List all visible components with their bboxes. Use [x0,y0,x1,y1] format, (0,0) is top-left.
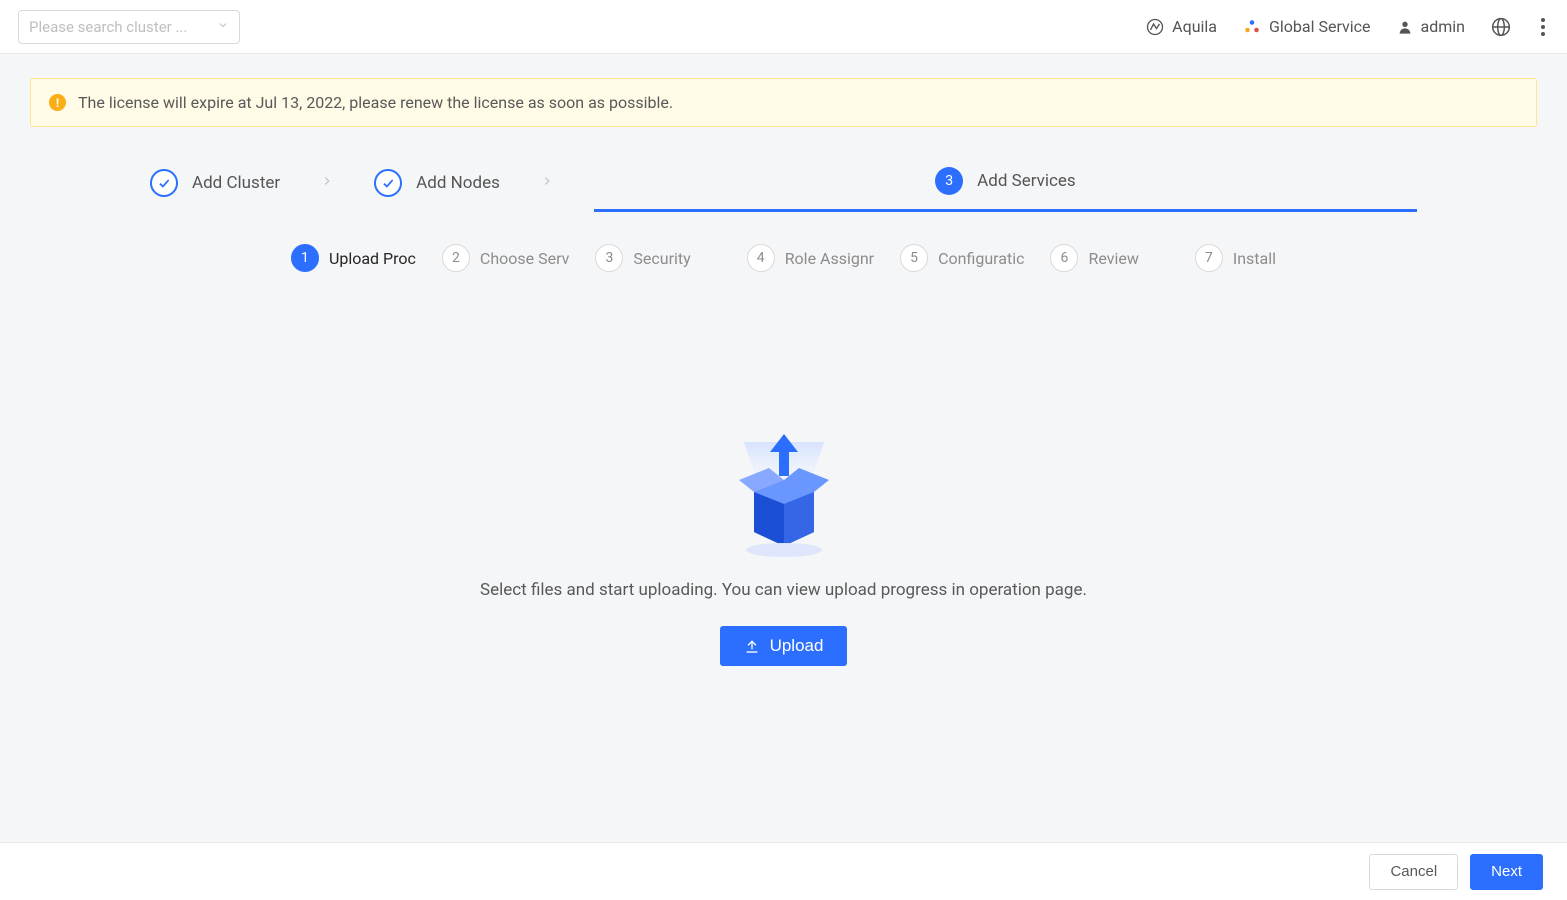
wizard-steps: Add Cluster Add Nodes 3 Add Services [30,167,1537,212]
substep-label: Choose Serv [480,249,569,268]
substep-security[interactable]: 3 Security [587,244,698,272]
chevron-right-icon [280,172,374,207]
language-button[interactable] [1491,17,1511,37]
substep-choose-service[interactable]: 2 Choose Serv [434,244,577,272]
substep-install[interactable]: 7 Install [1187,244,1284,272]
aquila-link[interactable]: Aquila [1146,17,1217,36]
upload-button-label: Upload [770,636,824,656]
aquila-label: Aquila [1172,17,1217,36]
substep-role-assign[interactable]: 4 Role Assignr [739,244,882,272]
global-service-link[interactable]: Global Service [1243,17,1371,36]
global-service-label: Global Service [1269,17,1371,36]
cancel-button[interactable]: Cancel [1369,854,1458,890]
header: Please search cluster ... Aquila Global … [0,0,1567,54]
substep-number: 3 [595,244,623,272]
step-number-icon: 3 [935,167,963,195]
substep-configuration[interactable]: 5 Configuratic [892,244,1032,272]
user-label: admin [1421,17,1465,36]
substep-label: Upload Proc [329,249,416,268]
substep-review[interactable]: 6 Review [1042,244,1146,272]
wizard-step-add-services[interactable]: 3 Add Services [594,167,1417,212]
globe-icon [1491,17,1511,37]
license-alert: ! The license will expire at Jul 13, 202… [30,78,1537,127]
substep-number: 2 [442,244,470,272]
substeps: 1 Upload Proc 2 Choose Serv 3 Security 4… [30,244,1537,272]
substep-label: Configuratic [938,249,1024,268]
check-icon [150,169,178,197]
upload-instruction: Select files and start uploading. You ca… [480,580,1087,600]
header-right: Aquila Global Service admin [1146,14,1549,40]
substep-label: Review [1088,249,1138,268]
aquila-icon [1146,18,1164,36]
warning-icon: ! [49,94,66,111]
wizard-step-add-nodes[interactable]: Add Nodes [374,169,500,211]
wizard-step-label: Add Nodes [416,173,500,193]
substep-label: Install [1233,249,1276,268]
upload-button[interactable]: Upload [720,626,848,666]
substep-number: 5 [900,244,928,272]
substep-label: Role Assignr [785,249,874,268]
check-icon [374,169,402,197]
substep-number: 7 [1195,244,1223,272]
chevron-down-icon [217,19,229,34]
substep-upload[interactable]: 1 Upload Proc [283,244,424,272]
upload-icon [744,638,760,654]
user-menu[interactable]: admin [1397,17,1465,36]
next-button[interactable]: Next [1470,854,1543,890]
wizard-step-label: Add Cluster [192,173,280,193]
user-icon [1397,19,1413,35]
substep-number: 6 [1050,244,1078,272]
chevron-right-icon [500,172,594,207]
substep-number: 1 [291,244,319,272]
search-placeholder: Please search cluster ... [29,18,187,36]
wizard-step-label: Add Services [977,171,1076,191]
substep-label: Security [633,249,690,268]
content: ! The license will expire at Jul 13, 202… [0,54,1567,666]
upload-box-icon [714,432,854,562]
more-menu-icon[interactable] [1537,14,1549,40]
alert-text: The license will expire at Jul 13, 2022,… [78,93,673,112]
wizard-step-add-cluster[interactable]: Add Cluster [150,169,280,211]
cluster-search-select[interactable]: Please search cluster ... [18,10,240,44]
footer: Cancel Next [0,842,1567,900]
cluster-dots-icon [1243,18,1261,36]
substep-number: 4 [747,244,775,272]
upload-area: Select files and start uploading. You ca… [30,432,1537,666]
